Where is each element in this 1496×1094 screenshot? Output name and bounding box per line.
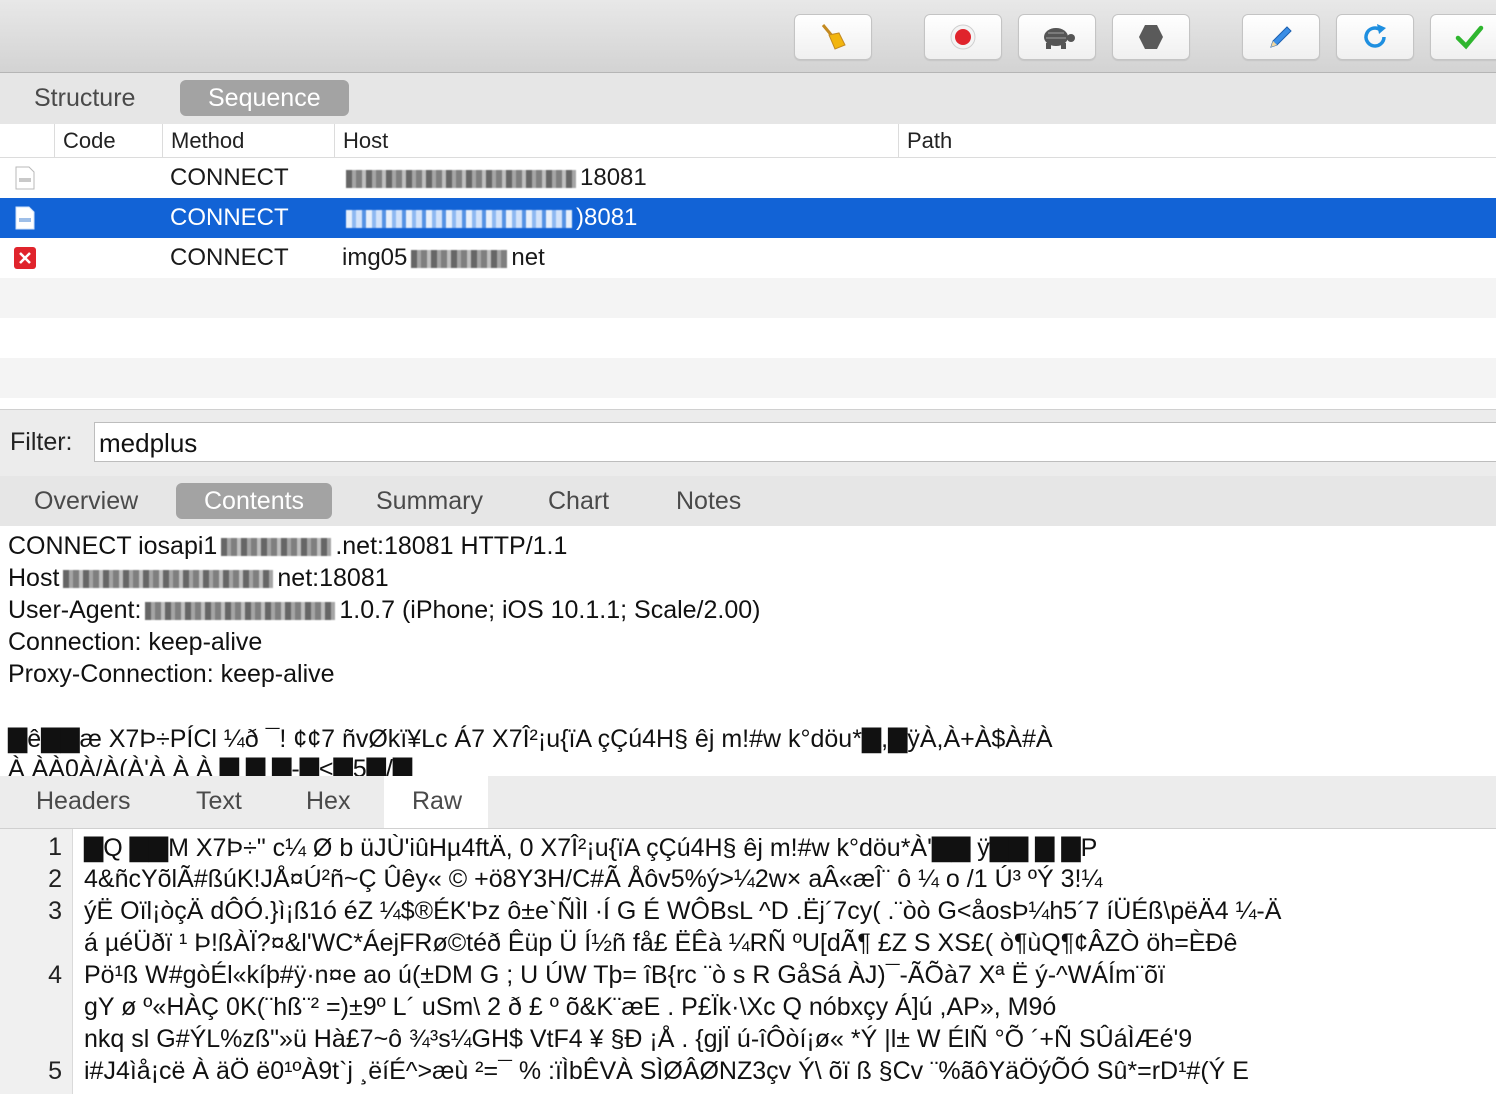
table-row-empty (0, 278, 1496, 318)
record-button[interactable] (924, 14, 1002, 60)
host-suffix: )8081 (576, 204, 638, 231)
stop-hexagon-icon (1139, 25, 1163, 49)
user-agent-prefix: User-Agent: (8, 596, 142, 624)
record-icon (950, 24, 976, 50)
table-row-empty (0, 358, 1496, 398)
table-row[interactable]: CONNECT img05 net (0, 238, 1496, 278)
request-line-prefix: CONNECT iosapi1 (8, 532, 218, 560)
tab-contents[interactable]: Contents (176, 483, 333, 519)
host-header: Host net:18081 (8, 564, 389, 593)
line-number: 5 (48, 1057, 62, 1085)
raw-line: Pö¹ß W#gòÉl«kíþ#ÿ·n¤e ao ú(±DM G ; U ÚW … (84, 961, 1165, 989)
filter-input[interactable]: medplus (94, 422, 1496, 462)
body-view-tabs: Headers Text Hex Raw (0, 776, 1496, 829)
row-host: 18081 (342, 158, 647, 198)
host-header-prefix: Host (8, 564, 60, 592)
host-prefix: img05 (342, 244, 408, 271)
row-host: )8081 (342, 198, 637, 238)
line-number: 2 (48, 865, 62, 893)
table-row-empty (0, 318, 1496, 358)
column-path[interactable]: Path (898, 124, 1496, 157)
raw-line: ▇Q ▇▇M X7Þ÷" c¼ Ø b üJÙ'iûHµ4ftÄ, 0 X7Î²… (84, 834, 1098, 862)
binary-body-line: ▇ê▇▇æ X7Þ÷PÍCl ¼ð ¯! ¢¢7 ñvØkï¥Lc Á7 X7Î… (8, 725, 1053, 753)
throttle-button[interactable] (1018, 14, 1096, 60)
turtle-icon (1044, 28, 1075, 49)
host-suffix: 18081 (580, 164, 647, 191)
raw-line: gY ø º«HÀÇ 0K(¨hß¨² =)±9º L´ uSm\ 2 ð £ … (84, 993, 1057, 1021)
filter-bar: Filter: medplus (0, 409, 1496, 476)
edit-button[interactable] (1242, 14, 1320, 60)
redacted-text (63, 570, 274, 589)
column-code[interactable]: Code (54, 124, 163, 157)
line-number: 1 (48, 833, 62, 861)
tab-structure[interactable]: Structure (6, 80, 163, 116)
raw-line: i#J4ìå¡cë À äÖ ë0¹ºÀ9t`j ¸ëíÉ^>æù ²=¯ % … (84, 1057, 1249, 1085)
host-suffix: net (511, 244, 545, 271)
request-line-suffix: .net:18081 HTTP/1.1 (335, 532, 568, 560)
request-table-header: Code Method Host Path (0, 124, 1496, 158)
proxy-connection-header: Proxy-Connection: keep-alive (8, 660, 335, 688)
host-header-suffix: net:18081 (277, 564, 389, 592)
pen-icon (1270, 26, 1292, 48)
toolbar (0, 0, 1496, 73)
redacted-host (346, 169, 576, 188)
redacted-host (411, 249, 508, 268)
breakpoints-button[interactable] (1112, 14, 1190, 60)
tab-overview[interactable]: Overview (6, 483, 166, 519)
filter-label: Filter: (10, 428, 73, 456)
repeat-button[interactable] (1336, 14, 1414, 60)
refresh-icon (1364, 24, 1386, 48)
tab-notes[interactable]: Notes (648, 483, 769, 519)
row-method: CONNECT (170, 204, 289, 231)
tab-text[interactable]: Text (168, 776, 270, 828)
detail-tabs: Overview Contents Summary Chart Notes (0, 476, 1496, 526)
tab-sequence[interactable]: Sequence (180, 80, 349, 116)
tab-chart[interactable]: Chart (520, 483, 637, 519)
redacted-host (346, 209, 572, 228)
row-method: CONNECT (170, 244, 289, 271)
request-line: CONNECT iosapi1 .net:18081 HTTP/1.1 (8, 532, 567, 561)
request-contents: CONNECT iosapi1 .net:18081 HTTP/1.1 Host n… (0, 526, 1496, 776)
line-number: 3 (48, 897, 62, 925)
request-file-icon (15, 166, 35, 190)
broom-icon (821, 24, 846, 50)
tab-raw[interactable]: Raw (384, 776, 488, 828)
binary-body-line: À ÀÀ0À/À(À'À À À ▇ ▇ ▇-▇<▇5▇/▇ (8, 755, 413, 776)
tab-hex[interactable]: Hex (278, 776, 378, 828)
line-number-gutter: 1 2 3 4 5 (0, 829, 73, 1094)
raw-body-view[interactable]: 1 2 3 4 5 ▇Q ▇▇M X7Þ÷" c¼ Ø b üJÙ'iûHµ4f… (0, 829, 1496, 1094)
redacted-text (221, 538, 332, 557)
tab-summary[interactable]: Summary (348, 483, 511, 519)
raw-line: ýË Oïl¡òçÄ dÔÓ.}ì¡ß1ó éZ ¼$®ÉK'Þz ô±e`ÑÌ… (84, 897, 1282, 925)
connection-header: Connection: keep-alive (8, 628, 263, 656)
user-agent-header: User-Agent: 1.0.7 (iPhone; iOS 10.1.1; Sc… (8, 596, 760, 625)
row-method: CONNECT (170, 164, 289, 191)
raw-line: nkq sl G#ÝL%zß"»ü Hà£7~ô ¾³s¼GH$ VtF4 ¥ … (84, 1025, 1193, 1053)
raw-line: 4&ñcYõlÃ#ßúK!JÅ¤Ú²ñ~Ç Ûêy« © +ö8Y3H/C#Ã … (84, 865, 1103, 893)
line-number: 4 (48, 961, 62, 989)
error-x-icon (14, 247, 36, 269)
request-file-icon (15, 206, 35, 230)
raw-line: á µéÜðï ¹ Þ!ßÀÏ?¤&l'WC*ÁejFRø©téð Êüp Ü … (84, 929, 1238, 957)
checkmark-icon (1455, 25, 1484, 50)
column-method[interactable]: Method (162, 124, 335, 157)
view-mode-tabs: Structure Sequence (0, 73, 1496, 125)
column-host[interactable]: Host (334, 124, 899, 157)
table-row-selected[interactable]: CONNECT )8081 (0, 198, 1496, 238)
table-row[interactable]: CONNECT 18081 (0, 158, 1496, 198)
user-agent-suffix: 1.0.7 (iPhone; iOS 10.1.1; Scale/2.00) (339, 596, 761, 624)
redacted-text (145, 602, 336, 621)
clear-button[interactable] (794, 14, 872, 60)
tab-headers[interactable]: Headers (8, 776, 159, 828)
row-host: img05 net (342, 238, 545, 278)
validate-button[interactable] (1430, 14, 1496, 60)
